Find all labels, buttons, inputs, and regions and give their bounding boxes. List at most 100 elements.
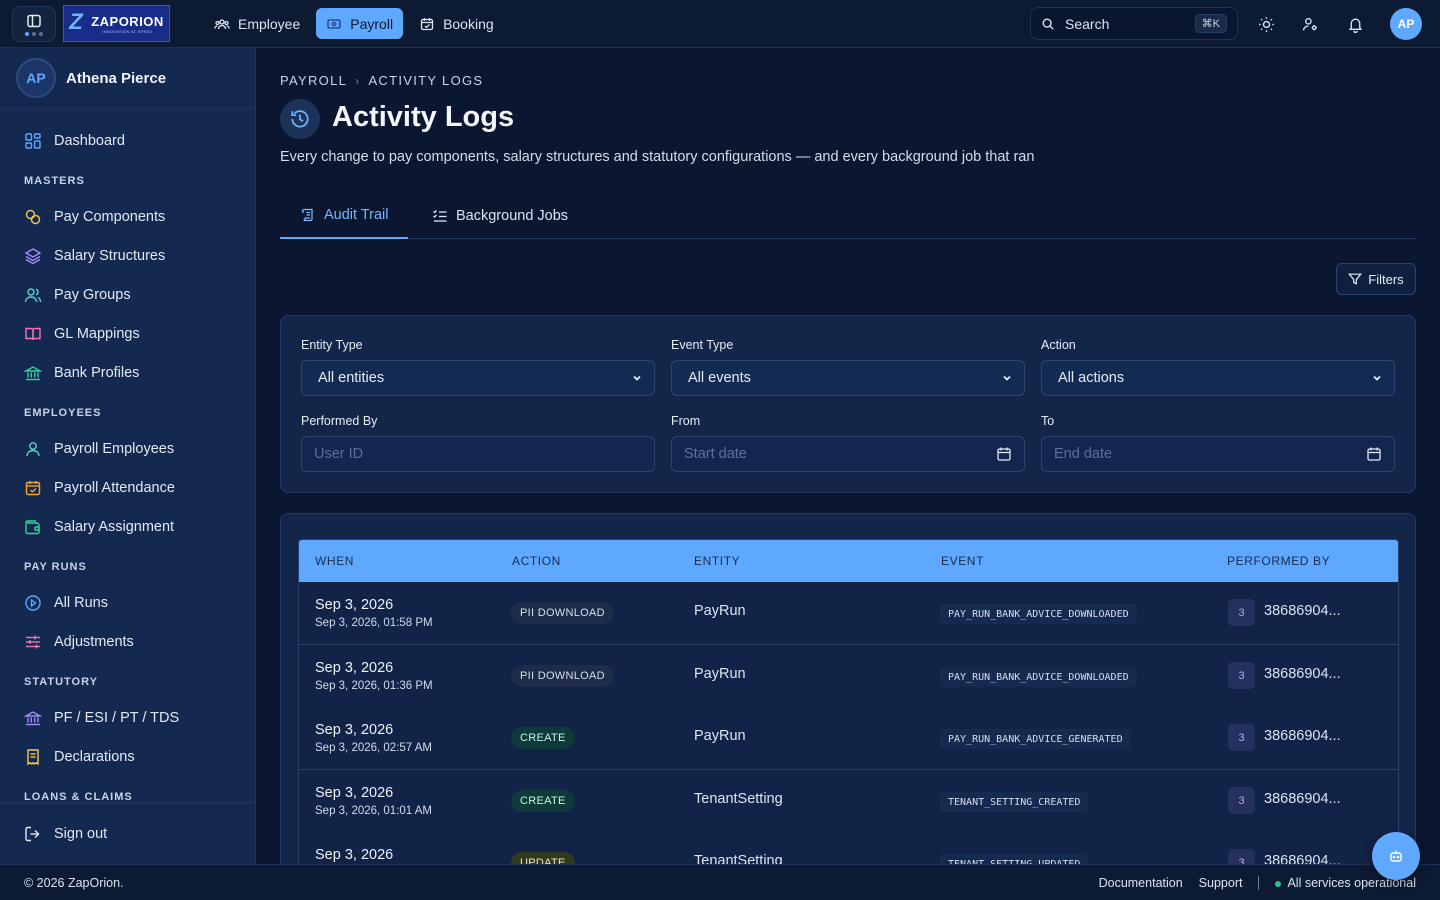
sidebar-item-dashboard[interactable]: Dashboard bbox=[0, 121, 256, 160]
column-action[interactable]: ACTION bbox=[512, 554, 561, 568]
column-when[interactable]: WHEN bbox=[315, 554, 354, 568]
table-row[interactable]: Sep 3, 2026 Sep 3, 2026, 01:58 PM PII DOWN… bbox=[299, 582, 1398, 645]
performer-id[interactable]: 38686904... bbox=[1264, 666, 1341, 682]
filters-button[interactable]: Filters bbox=[1336, 263, 1416, 295]
sun-icon bbox=[1258, 16, 1274, 32]
assistant-button[interactable] bbox=[1372, 832, 1420, 880]
sidebar-item-label: Salary Structures bbox=[54, 247, 166, 264]
row-date: Sep 3, 2026 bbox=[315, 722, 394, 738]
sidebar-item-label: Adjustments bbox=[54, 633, 134, 650]
sidebar-item-salary-assignment[interactable]: Salary Assignment bbox=[0, 507, 256, 546]
sidebar-item-salary-structures[interactable]: Salary Structures bbox=[0, 236, 256, 275]
to-date-input[interactable]: End date bbox=[1041, 436, 1395, 472]
sidebar-toggle-button[interactable] bbox=[12, 6, 56, 42]
tab-background-jobs[interactable]: Background Jobs bbox=[412, 193, 588, 239]
performer-id[interactable]: 38686904... bbox=[1264, 728, 1341, 744]
sidebar-item-pf-esi-pt-tds[interactable]: PF / ESI / PT / TDS bbox=[0, 698, 256, 737]
search-label: Search bbox=[1065, 15, 1110, 32]
chevron-down-icon bbox=[1373, 375, 1381, 381]
brand-logo[interactable]: ZAPORION INNOVATION AT SPEED bbox=[63, 5, 170, 42]
landmark-icon bbox=[24, 710, 42, 725]
wallet-icon bbox=[25, 519, 40, 534]
calendar-icon[interactable] bbox=[1366, 446, 1382, 462]
action-select[interactable]: All actions bbox=[1041, 360, 1395, 396]
row-entity: PayRun bbox=[694, 666, 746, 682]
receipt-icon bbox=[27, 748, 39, 765]
table-row[interactable]: Sep 3, 2026 Sep 3, 2026, 01:01 AM CREATE Te… bbox=[299, 770, 1398, 833]
sidebar-item-label: Pay Groups bbox=[54, 286, 131, 303]
wallet-icon bbox=[327, 18, 341, 29]
action-label: Action bbox=[1041, 338, 1076, 352]
main-content: PAYROLL › ACTIVITY LOGS Activity Logs Ev… bbox=[256, 48, 1440, 864]
sidebar-item-bank-profiles[interactable]: Bank Profiles bbox=[0, 353, 256, 392]
search-bar[interactable]: Search ⌘K bbox=[1030, 7, 1238, 40]
performer-id[interactable]: 38686904... bbox=[1264, 853, 1341, 864]
theme-toggle-button[interactable] bbox=[1254, 12, 1278, 36]
sign-out-button[interactable]: Sign out bbox=[0, 802, 256, 864]
user-settings-button[interactable] bbox=[1298, 12, 1322, 36]
performed-by-input[interactable]: User ID bbox=[301, 436, 655, 472]
performer-badge: 3 bbox=[1228, 849, 1255, 864]
sidebar-nav[interactable]: Dashboard MASTERS Pay Components Salary … bbox=[0, 109, 256, 802]
sidebar-item-declarations[interactable]: Declarations bbox=[0, 737, 256, 776]
row-entity: PayRun bbox=[694, 728, 746, 744]
action-badge: UPDATE bbox=[511, 852, 575, 864]
panel-left-icon bbox=[27, 14, 41, 27]
row-date: Sep 3, 2026 bbox=[315, 785, 394, 801]
log-out-icon bbox=[25, 826, 40, 841]
sidebar-item-gl-mappings[interactable]: GL Mappings bbox=[0, 314, 256, 353]
from-date-placeholder: Start date bbox=[684, 446, 747, 462]
list-checks-icon bbox=[433, 210, 447, 222]
sidebar-item-all-runs[interactable]: All Runs bbox=[0, 583, 256, 622]
event-type-select[interactable]: All events bbox=[671, 360, 1025, 396]
event-code: PAY_RUN_BANK_ADVICE_GENERATED bbox=[940, 729, 1131, 749]
sidebar-section-masters: MASTERS bbox=[24, 175, 85, 187]
nav-booking[interactable]: Booking bbox=[409, 8, 504, 39]
performer-id[interactable]: 38686904... bbox=[1264, 791, 1341, 807]
calendar-icon[interactable] bbox=[996, 446, 1012, 462]
sliders-icon bbox=[26, 635, 40, 648]
entity-type-select[interactable]: All entities bbox=[301, 360, 655, 396]
support-link[interactable]: Support bbox=[1199, 876, 1243, 890]
performer-badge: 3 bbox=[1228, 599, 1255, 626]
column-event[interactable]: EVENT bbox=[941, 554, 984, 568]
bot-icon bbox=[1390, 850, 1402, 862]
pager-dots bbox=[25, 31, 43, 36]
table-row[interactable]: Sep 3, 2026 UPDATE TenantSetting TENANT_SET… bbox=[299, 832, 1398, 864]
row-entity: TenantSetting bbox=[694, 853, 783, 864]
bank-icon bbox=[24, 365, 42, 380]
bell-icon bbox=[1348, 18, 1362, 33]
sidebar-item-label: Bank Profiles bbox=[54, 364, 140, 381]
sidebar-item-adjustments[interactable]: Adjustments bbox=[0, 622, 256, 661]
nav-employee[interactable]: Employee bbox=[204, 8, 310, 39]
performed-by-label: Performed By bbox=[301, 414, 378, 428]
action-badge: CREATE bbox=[511, 727, 575, 749]
column-entity[interactable]: ENTITY bbox=[694, 554, 740, 568]
notifications-button[interactable] bbox=[1343, 12, 1367, 36]
tab-label: Background Jobs bbox=[456, 208, 569, 224]
logo-tagline: INNOVATION AT SPEED bbox=[102, 28, 153, 34]
user-avatar-button[interactable]: AP bbox=[1390, 8, 1422, 40]
table-row[interactable]: Sep 3, 2026 Sep 3, 2026, 02:57 AM CREATE Pa… bbox=[299, 707, 1398, 770]
documentation-link[interactable]: Documentation bbox=[1099, 876, 1183, 890]
coins-icon bbox=[25, 209, 41, 224]
tab-audit-trail[interactable]: Audit Trail bbox=[280, 193, 409, 239]
nav-payroll[interactable]: Payroll bbox=[316, 8, 404, 39]
sidebar-item-pay-groups[interactable]: Pay Groups bbox=[0, 275, 256, 314]
audit-table: WHEN ACTION ENTITY EVENT PERFORMED BY Se… bbox=[298, 539, 1399, 864]
from-date-input[interactable]: Start date bbox=[671, 436, 1025, 472]
sidebar-item-payroll-attendance[interactable]: Payroll Attendance bbox=[0, 468, 256, 507]
performer-badge: 3 bbox=[1228, 724, 1255, 751]
sidebar-user-card[interactable]: AP Athena Pierce bbox=[0, 48, 255, 109]
footer: © 2026 ZapOrion. Documentation Support A… bbox=[0, 864, 1440, 900]
row-datetime: Sep 3, 2026, 01:01 AM bbox=[315, 805, 433, 817]
sidebar-item-pay-components[interactable]: Pay Components bbox=[0, 197, 256, 236]
table-row[interactable]: Sep 3, 2026 Sep 3, 2026, 01:36 PM PII DOWN… bbox=[299, 645, 1398, 708]
sidebar-item-payroll-employees[interactable]: Payroll Employees bbox=[0, 429, 256, 468]
performed-by-placeholder: User ID bbox=[314, 446, 364, 462]
audit-table-card: WHEN ACTION ENTITY EVENT PERFORMED BY Se… bbox=[280, 513, 1416, 864]
performer-id[interactable]: 38686904... bbox=[1264, 603, 1341, 619]
column-performed-by[interactable]: PERFORMED BY bbox=[1227, 554, 1330, 568]
sidebar-section-pay-runs: PAY RUNS bbox=[24, 561, 87, 573]
breadcrumb-payroll[interactable]: PAYROLL bbox=[280, 73, 347, 88]
